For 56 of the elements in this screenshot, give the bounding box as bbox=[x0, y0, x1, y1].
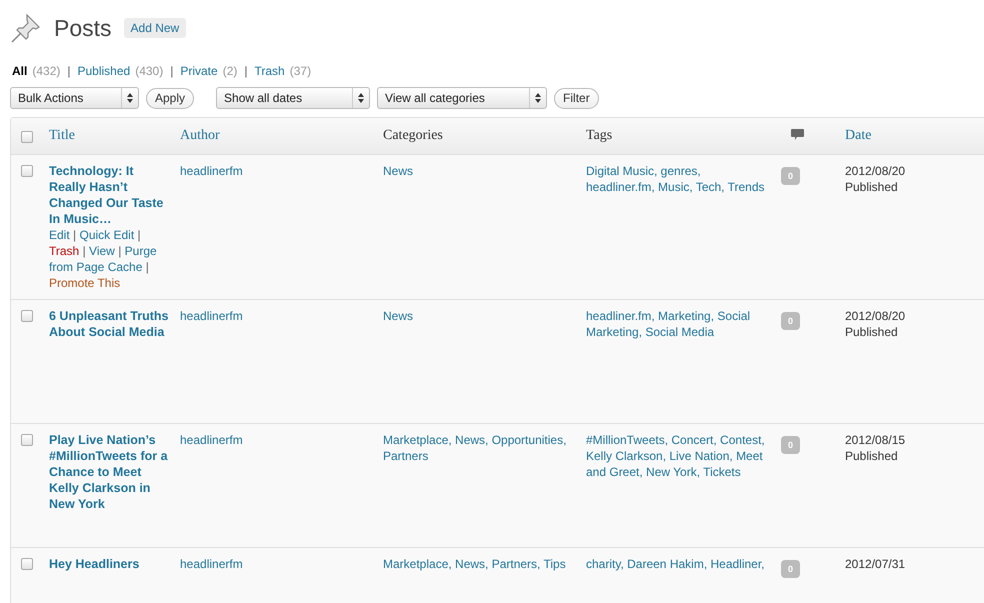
tags-links[interactable]: Digital Music, genres, headliner.fm, Music, Tech, Trends bbox=[586, 163, 781, 195]
post-date: 2012/07/31 bbox=[845, 556, 906, 572]
post-title-link[interactable]: 6 Unpleasant Truths About Social Media bbox=[49, 308, 180, 340]
post-status: Published bbox=[845, 179, 899, 195]
status-count: (432) bbox=[32, 64, 60, 78]
row-checkbox[interactable] bbox=[21, 434, 33, 446]
tags-links[interactable]: headliner.fm, Marketing, Social Marketing, Social Media bbox=[586, 308, 781, 340]
post-title-link[interactable]: Technology: It Really Hasn’t Changed Our Taste In Music… bbox=[49, 163, 180, 227]
bulk-actions-select[interactable]: Bulk Actions bbox=[10, 87, 139, 109]
row-checkbox[interactable] bbox=[21, 310, 33, 322]
post-date: 2012/08/15 bbox=[845, 432, 906, 448]
up-down-arrow-icon bbox=[127, 93, 133, 103]
status-filter-link[interactable]: Trash bbox=[254, 64, 285, 78]
status-filter-link[interactable]: Published bbox=[77, 64, 130, 78]
column-header[interactable]: Date bbox=[845, 128, 979, 144]
column-header: Categories bbox=[383, 128, 444, 144]
row-checkbox[interactable] bbox=[21, 165, 33, 177]
status-count: (37) bbox=[290, 64, 312, 78]
apply-button[interactable]: Apply bbox=[146, 88, 194, 108]
status-filter-link[interactable]: All bbox=[12, 64, 28, 78]
pushpin-icon bbox=[11, 14, 40, 43]
add-new-button[interactable]: Add New bbox=[124, 18, 186, 38]
up-down-arrow-icon bbox=[535, 93, 542, 103]
row-action-links[interactable]: Edit | Quick Edit | Trash | View | Purge from Page Cache | Promote This bbox=[49, 227, 180, 291]
column-header[interactable]: Author bbox=[180, 128, 383, 144]
status-filter-link[interactable]: Private bbox=[180, 64, 218, 78]
filter-button[interactable]: Filter bbox=[554, 88, 599, 108]
separator: | bbox=[170, 64, 174, 78]
categories-links[interactable]: News bbox=[383, 163, 586, 179]
status-count: (2) bbox=[222, 64, 238, 78]
post-status: Published bbox=[845, 448, 899, 464]
separator: | bbox=[67, 64, 70, 78]
post-title-link[interactable]: Hey Headliners bbox=[49, 556, 180, 572]
author-link[interactable]: headlinerfm bbox=[180, 432, 383, 448]
categories-links[interactable]: News bbox=[383, 308, 586, 324]
author-link[interactable]: headlinerfm bbox=[180, 556, 383, 572]
row-checkbox[interactable] bbox=[21, 558, 33, 570]
post-date: 2012/08/20 bbox=[845, 163, 906, 179]
categories-links[interactable]: Marketplace, News, Partners, Tips bbox=[383, 556, 586, 572]
select-all-checkbox[interactable] bbox=[21, 131, 33, 143]
author-link[interactable]: headlinerfm bbox=[180, 163, 383, 179]
categories-select[interactable]: View all categories bbox=[377, 87, 548, 109]
post-status: Published bbox=[845, 324, 899, 340]
separator: | bbox=[244, 64, 248, 78]
tags-links[interactable]: #MillionTweets, Concert, Contest, Kelly Clarkson, Live Nation, Meet and Greet, New York, Tickets bbox=[586, 432, 781, 480]
post-date: 2012/08/20 bbox=[845, 308, 906, 324]
status-count: (430) bbox=[135, 64, 164, 78]
speech-bubble-icon bbox=[791, 128, 804, 140]
column-header[interactable]: Title bbox=[49, 128, 180, 144]
post-title-link[interactable]: Play Live Nation’s #MillionTweets for a Chance to Meet Kelly Clarkson in New York bbox=[49, 432, 180, 512]
author-link[interactable]: headlinerfm bbox=[180, 308, 383, 324]
dates-select[interactable]: Show all dates bbox=[216, 87, 370, 109]
tags-links[interactable]: charity, Dareen Hakim, Headliner, bbox=[586, 556, 781, 572]
up-down-arrow-icon bbox=[358, 93, 364, 103]
column-header: Tags bbox=[586, 128, 614, 144]
page-title: Posts bbox=[54, 14, 112, 42]
